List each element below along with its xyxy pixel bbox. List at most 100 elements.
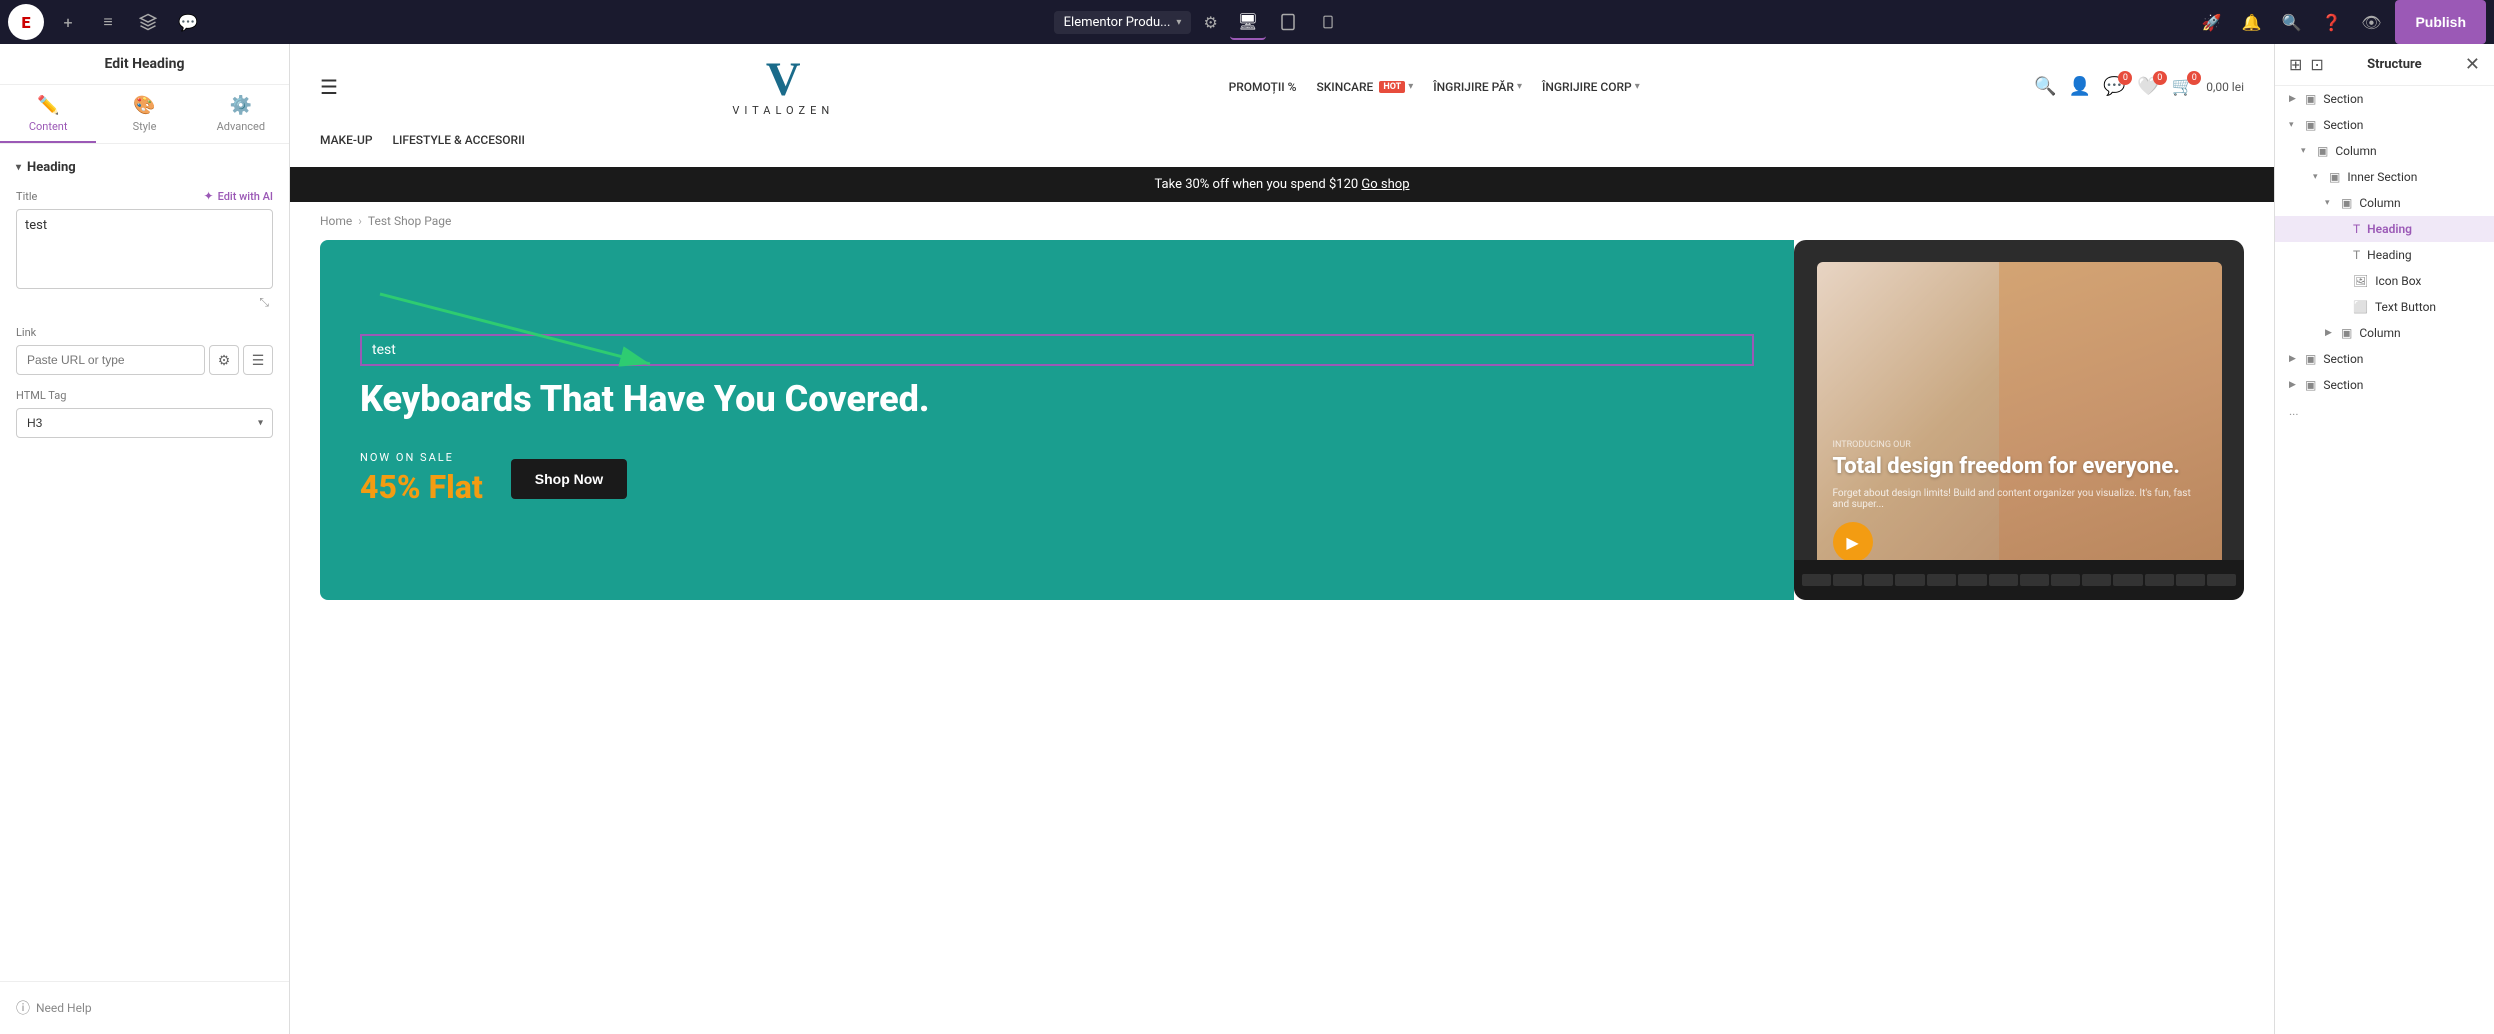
wishlist-badge: 0: [2153, 71, 2167, 85]
par-dropdown-icon: ▾: [1517, 81, 1522, 92]
nav-item-lifestyle[interactable]: LIFESTYLE & ACCESORII: [393, 133, 525, 147]
title-field-row: Title ✦ Edit with AI test ⤡: [16, 189, 273, 312]
textarea-resize-handle: ⤡: [16, 293, 273, 312]
tablet-intro-label: INTRODUCING OUR: [1833, 440, 2206, 450]
cart-price: 0,00 lei: [2206, 80, 2244, 94]
more-items-btn[interactable]: ...: [2275, 398, 2494, 424]
site-name-selector[interactable]: Elementor Produ... ▾: [1054, 11, 1192, 34]
tab-style[interactable]: 🎨 Style: [96, 85, 192, 143]
site-header: ☰ V VITALOZEN PROMOȚII % SKINCARE HOT ▾: [290, 44, 2274, 167]
right-panel: ⊞ ⊡ Structure ✕ ▶ ▣ Section ▾ ▣ Section …: [2274, 44, 2494, 1034]
tree-item-section4[interactable]: ▶ ▣ Section: [2275, 372, 2494, 398]
settings-btn[interactable]: ≡: [92, 6, 124, 38]
cart-badge: 0: [2187, 71, 2201, 85]
notification-icon[interactable]: 🔔: [2235, 6, 2267, 38]
panel-expand-icon[interactable]: ⊞: [2289, 55, 2302, 74]
key: [1989, 574, 2018, 586]
breadcrumb-current: Test Shop Page: [368, 214, 451, 228]
panel-title: Edit Heading: [105, 56, 185, 72]
nav-item-makeup[interactable]: MAKE-UP: [320, 133, 373, 147]
breadcrumb: Home › Test Shop Page: [290, 202, 2274, 240]
tab-advanced[interactable]: ⚙️ Advanced: [193, 85, 289, 143]
nav-item-promotii[interactable]: PROMOȚII %: [1229, 80, 1297, 94]
ai-edit-button[interactable]: ✦ Edit with AI: [204, 189, 273, 203]
search-topbar-icon[interactable]: 🔍: [2275, 6, 2307, 38]
tablet-view-btn[interactable]: [1270, 4, 1306, 40]
layers-btn[interactable]: [132, 6, 164, 38]
nav-item-skincare[interactable]: SKINCARE HOT ▾: [1316, 80, 1413, 94]
collapse-arrow-icon[interactable]: ▾: [16, 162, 21, 173]
expand-icon: ▶: [2325, 328, 2337, 338]
publish-button[interactable]: Publish: [2395, 0, 2486, 44]
panel-collapse-icon[interactable]: ⊡: [2310, 55, 2323, 74]
link-input[interactable]: [16, 345, 205, 375]
tree-item-inner-section[interactable]: ▾ ▣ Inner Section: [2275, 164, 2494, 190]
promo-banner: Take 30% off when you spend $120 Go shop: [290, 167, 2274, 202]
need-help-link[interactable]: ⓘ Need Help: [0, 981, 289, 1034]
search-nav-icon[interactable]: 🔍: [2034, 76, 2056, 97]
chat-nav-icon[interactable]: 💬 0: [2103, 76, 2125, 97]
breadcrumb-home[interactable]: Home: [320, 214, 352, 228]
title-field-label: Title ✦ Edit with AI: [16, 189, 273, 203]
site-nav-bottom: MAKE-UP LIFESTYLE & ACCESORII: [320, 125, 2244, 155]
canvas-area[interactable]: ☰ V VITALOZEN PROMOȚII % SKINCARE HOT ▾: [290, 44, 2274, 1034]
nav-item-corp[interactable]: ÎNGRIJIRE CORP ▾: [1542, 80, 1640, 94]
tree-item-section3[interactable]: ▶ ▣ Section: [2275, 346, 2494, 372]
tree-item-column3[interactable]: ▶ ▣ Column: [2275, 320, 2494, 346]
hero-cta-area: NOW ON SALE 45% Flat Shop Now: [360, 451, 1754, 506]
link-field-row: Link ⚙ ☰: [16, 326, 273, 375]
html-tag-select-wrapper: H3 H1 H2 H4 H5 H6 div span p ▾: [16, 408, 273, 438]
html-tag-select[interactable]: H3 H1 H2 H4 H5 H6 div span p: [16, 408, 273, 438]
preview-icon[interactable]: 👁: [2355, 6, 2387, 38]
help-icon[interactable]: ❓: [2315, 6, 2347, 38]
title-textarea[interactable]: test: [16, 209, 273, 289]
logo-letter: V: [766, 56, 801, 104]
link-remove-btn[interactable]: ☰: [243, 345, 273, 375]
icon-box-icon: 🖼: [2353, 274, 2368, 288]
tree-item-heading2[interactable]: ▶ T Heading: [2275, 242, 2494, 268]
section-icon: ▣: [2305, 352, 2316, 366]
tree-item-icon-box[interactable]: ▶ 🖼 Icon Box: [2275, 268, 2494, 294]
hero-left: test Keyboards That Have You Covered. NO…: [320, 240, 1794, 600]
add-element-btn[interactable]: +: [52, 6, 84, 38]
tablet-play-btn[interactable]: ▶: [1833, 522, 1873, 562]
key: [1864, 574, 1893, 586]
key: [2145, 574, 2174, 586]
tree-item-column2[interactable]: ▾ ▣ Column: [2275, 190, 2494, 216]
tree-item-section2[interactable]: ▾ ▣ Section: [2275, 112, 2494, 138]
keyboard-mockup: [1794, 560, 2244, 600]
link-settings-btn[interactable]: ⚙: [209, 345, 239, 375]
structure-list: ▶ ▣ Section ▾ ▣ Section ▾ ▣ Column ▾ ▣ I…: [2275, 86, 2494, 1034]
site-settings-icon[interactable]: ⚙: [1203, 13, 1217, 32]
tab-content[interactable]: ✏️ Content: [0, 85, 96, 143]
inner-section-icon: ▣: [2329, 170, 2340, 184]
mobile-view-btn[interactable]: [1310, 4, 1346, 40]
chat-btn[interactable]: 💬: [172, 6, 204, 38]
tree-item-text-button[interactable]: ▶ ⬜ Text Button: [2275, 294, 2494, 320]
rocket-icon[interactable]: 🚀: [2195, 6, 2227, 38]
section-icon: ▣: [2305, 92, 2316, 106]
panel-tabs: ✏️ Content 🎨 Style ⚙️ Advanced: [0, 85, 289, 144]
hero-cta-button[interactable]: Shop Now: [511, 459, 627, 499]
hero-selected-heading[interactable]: test: [360, 334, 1754, 366]
elementor-logo[interactable]: E: [8, 4, 44, 40]
section-icon: ▣: [2305, 118, 2316, 132]
heading-section-header: ▾ Heading: [16, 160, 273, 175]
tree-item-heading1[interactable]: ▶ T Heading: [2275, 216, 2494, 242]
site-logo[interactable]: V VITALOZEN: [732, 56, 834, 117]
cart-icon[interactable]: 🛒 0: [2172, 76, 2194, 97]
tablet-sub: Forget about design limits! Build and co…: [1833, 488, 2206, 510]
promo-link[interactable]: Go shop: [1361, 177, 1409, 192]
key: [2082, 574, 2111, 586]
nav-item-par[interactable]: ÎNGRIJIRE PĂR ▾: [1433, 80, 1522, 94]
tree-item-column1[interactable]: ▾ ▣ Column: [2275, 138, 2494, 164]
close-panel-btn[interactable]: ✕: [2465, 54, 2480, 75]
section-icon: ▣: [2305, 378, 2316, 392]
hamburger-icon[interactable]: ☰: [320, 75, 338, 99]
wishlist-icon[interactable]: 🤍 0: [2137, 76, 2159, 97]
tree-item-section1[interactable]: ▶ ▣ Section: [2275, 86, 2494, 112]
account-icon[interactable]: 👤: [2069, 76, 2091, 97]
hero-sale-label: NOW ON SALE: [360, 451, 499, 464]
text-button-icon: ⬜: [2353, 300, 2368, 314]
desktop-view-btn[interactable]: 🖥: [1230, 4, 1266, 40]
